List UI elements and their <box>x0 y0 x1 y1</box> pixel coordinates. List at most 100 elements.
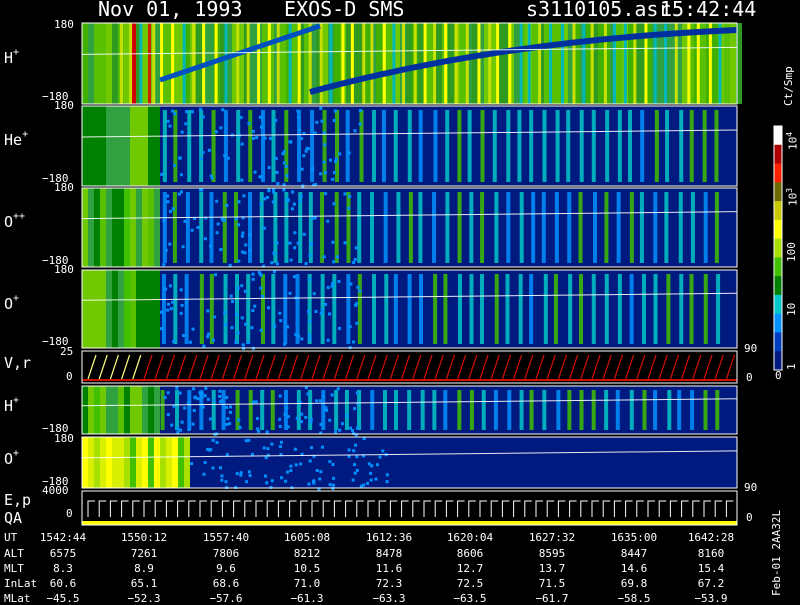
ion-speckle <box>160 310 164 314</box>
ion-stripe <box>531 192 536 263</box>
ion-speckle <box>278 424 282 428</box>
ion-stripe <box>357 274 362 344</box>
table-cell: 8595 <box>538 547 566 560</box>
h-plus-stripe <box>538 23 542 104</box>
ion-column <box>124 106 130 186</box>
spectrogram-plot <box>81 22 783 526</box>
table-cell: 8478 <box>375 547 403 560</box>
ion-stripe <box>679 110 684 182</box>
ion-speckle <box>320 308 324 312</box>
ion-stripe <box>457 390 462 430</box>
tick-ep-top: 4000 <box>42 484 69 497</box>
h-plus-stripe <box>171 23 175 104</box>
ion-speckle <box>200 157 204 161</box>
ion-speckle <box>375 463 379 467</box>
ion-speckle <box>275 262 279 266</box>
ion-speckle <box>271 200 275 204</box>
ion-column <box>130 270 136 348</box>
ion-stripe <box>690 390 695 430</box>
ion-stripe <box>357 192 362 263</box>
ion-speckle <box>253 170 257 174</box>
ion-stripe <box>469 274 474 344</box>
ion-speckle <box>283 412 287 416</box>
ion-speckle <box>241 343 245 347</box>
h-plus-stripe <box>527 23 531 104</box>
ion-column <box>100 386 106 434</box>
table-cell: 1550:12 <box>120 531 168 544</box>
colorbar-swatch <box>774 238 782 258</box>
ion-stripe <box>604 390 609 430</box>
ion-column <box>94 106 100 186</box>
ion-column <box>154 106 160 186</box>
ion-speckle <box>219 126 223 130</box>
ion-speckle <box>218 466 222 470</box>
ion-speckle <box>201 405 205 409</box>
ion-stripe <box>297 110 302 182</box>
ion-speckle <box>332 476 336 480</box>
h-plus-stripe <box>139 23 143 104</box>
ion-speckle <box>187 428 191 432</box>
ion-speckle <box>185 110 189 114</box>
h-plus-stripe <box>267 23 271 104</box>
table-cell: 15.4 <box>697 562 725 575</box>
h-plus-column <box>376 23 382 104</box>
ion-column <box>154 270 160 348</box>
ion-speckle <box>258 115 262 119</box>
ion-stripe <box>591 274 596 344</box>
ion-stripe <box>566 110 571 182</box>
ion-speckle <box>353 129 357 133</box>
colorbar-swatch <box>774 313 782 333</box>
ion-stripe <box>199 192 204 263</box>
ion-stripe <box>308 390 313 430</box>
h-plus-stripe <box>519 23 523 104</box>
ion-speckle <box>319 106 323 110</box>
ion-speckle <box>302 232 306 236</box>
ion-speckle <box>251 308 255 312</box>
ion-stripe <box>407 274 412 344</box>
h-plus-stripe <box>236 23 240 104</box>
ion-stripe <box>184 274 189 344</box>
ion-column <box>88 437 94 488</box>
ion-speckle <box>193 396 197 400</box>
ion-speckle <box>204 386 208 390</box>
ion-stripe <box>553 274 558 344</box>
ion-speckle <box>282 161 286 165</box>
ion-stripe <box>407 390 412 430</box>
ion-column <box>106 386 112 434</box>
ion-speckle <box>203 461 207 465</box>
ion-stripe <box>617 274 622 344</box>
ion-speckle <box>355 455 359 459</box>
ion-stripe <box>494 192 499 263</box>
table-cell: 71.0 <box>293 577 321 590</box>
h-plus-stripe <box>454 23 458 104</box>
ion-stripe <box>519 192 524 263</box>
ion-speckle <box>272 251 276 255</box>
ion-speckle <box>201 150 205 154</box>
ion-stripe <box>568 274 573 344</box>
ion-speckle <box>202 472 206 476</box>
ion-column <box>100 188 106 267</box>
ion-speckle <box>181 245 185 249</box>
ion-stripe <box>235 390 240 430</box>
ion-speckle <box>351 478 355 482</box>
ion-speckle <box>285 198 289 202</box>
ion-speckle <box>175 386 179 390</box>
ion-speckle <box>285 174 289 178</box>
tick-o2-top: 180 <box>54 432 74 445</box>
h-plus-column <box>82 23 88 104</box>
ion-speckle <box>338 152 342 156</box>
ion-stripe <box>223 274 228 344</box>
ion-stripe <box>593 192 598 263</box>
ion-stripe <box>639 192 644 263</box>
ion-stripe <box>666 274 671 344</box>
table-cell: −45.5 <box>46 592 80 605</box>
ion-stripe <box>185 192 190 263</box>
ion-speckle <box>352 260 356 264</box>
ion-stripe <box>653 192 658 263</box>
ion-speckle <box>220 474 224 478</box>
ion-stripe <box>653 390 658 430</box>
ion-speckle <box>236 286 240 290</box>
ion-speckle <box>353 257 357 261</box>
ion-speckle <box>234 485 238 489</box>
ion-speckle <box>289 469 293 473</box>
